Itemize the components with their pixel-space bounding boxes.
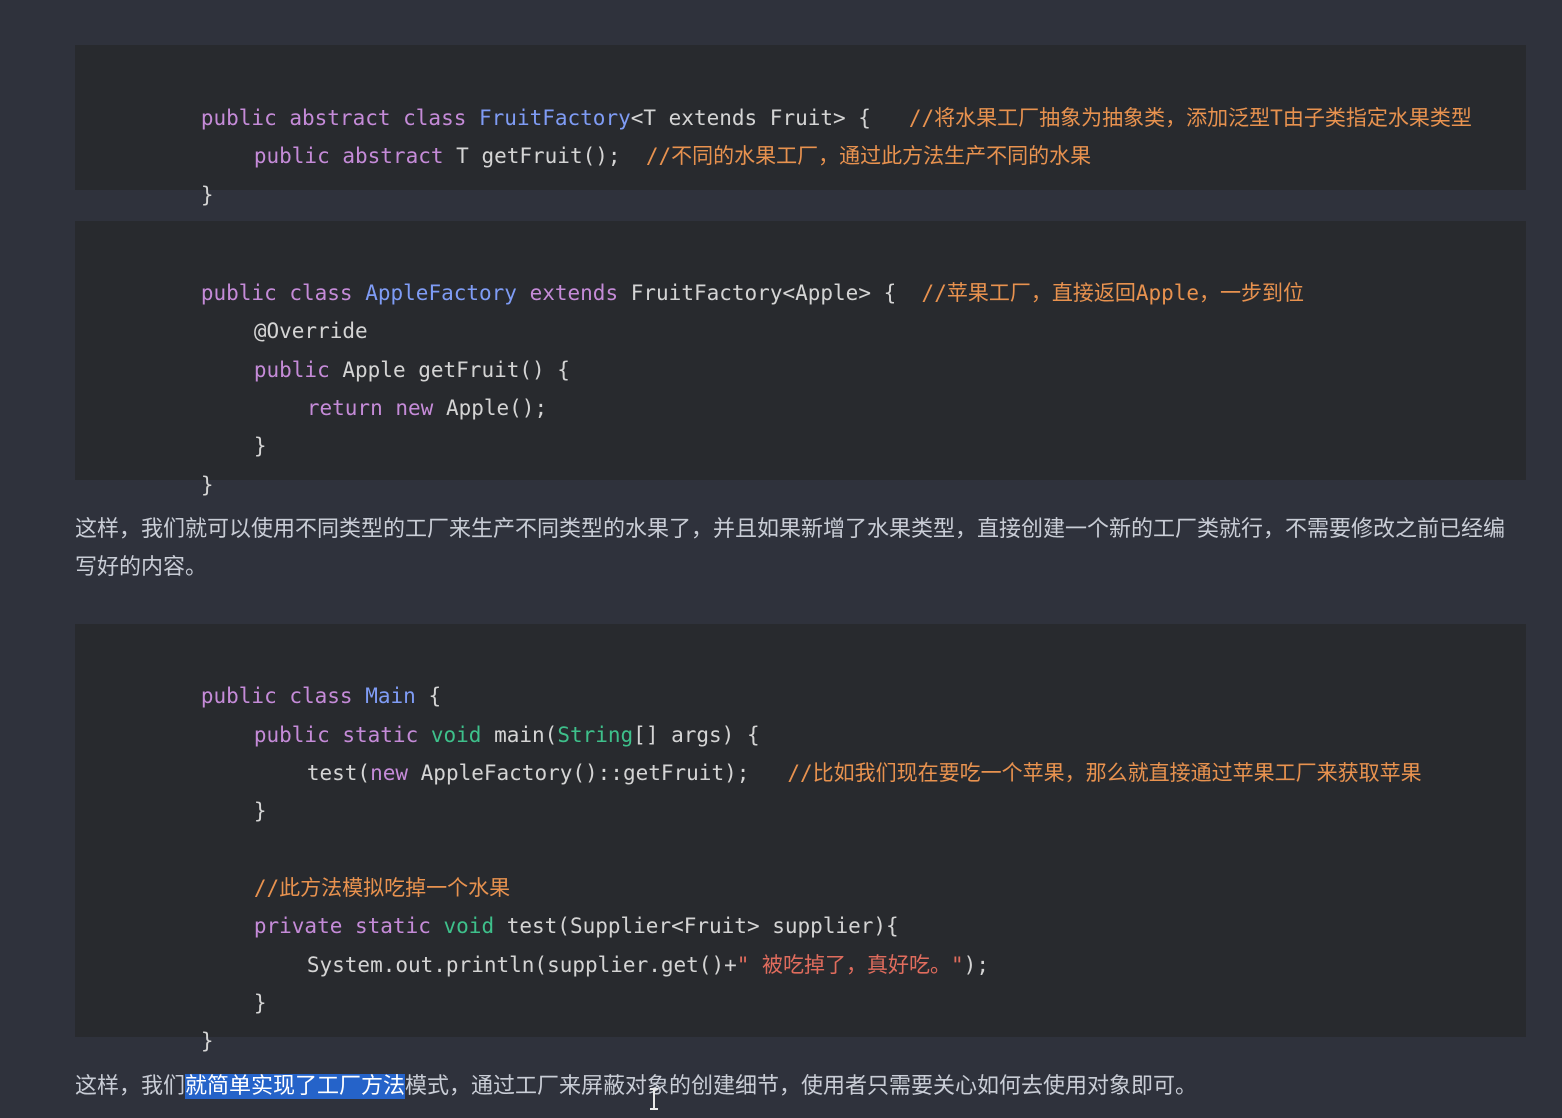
code-line: public abstract T getFruit(); //不同的水果工厂，… — [178, 99, 1091, 168]
summary-text-before: 这样，我们 — [75, 1074, 186, 1099]
code-text: FruitFactory<Apple> { — [630, 281, 922, 305]
code-line: return new Apple(); — [231, 351, 547, 420]
code-block-main: public class Main { public static void m… — [75, 624, 1526, 1053]
selected-text[interactable]: 就简单实现了工厂方法 — [185, 1074, 406, 1099]
code-text: } — [200, 473, 214, 497]
code-line: public Apple getFruit() { — [178, 313, 570, 382]
paragraph-summary[interactable]: 这样，我们就简单实现了工厂方法模式，通过工厂来屏蔽对象的创建细节，使用者只需要关… — [75, 1068, 1515, 1106]
code-keyword: new — [370, 761, 409, 785]
code-string: " 被吃掉了，真好吃。" — [736, 953, 964, 977]
code-line: public class Main { — [125, 639, 441, 708]
code-text: System.out.println(supplier.get()+ — [306, 953, 737, 977]
code-line: } — [178, 946, 267, 1015]
code-line: public class AppleFactory extends FruitF… — [125, 236, 1304, 305]
code-class-name: AppleFactory — [365, 281, 517, 305]
code-line: System.out.println(supplier.get()+" 被吃掉了… — [231, 908, 989, 977]
code-block-fruit-factory: public abstract class FruitFactory<T ext… — [75, 45, 1526, 207]
code-line: public abstract class FruitFactory<T ext… — [125, 61, 1472, 130]
code-comment: //不同的水果工厂，通过此方法生产不同的水果 — [645, 144, 1092, 168]
code-line: } — [178, 389, 267, 458]
text-cursor-icon — [650, 1088, 658, 1110]
code-block-apple-factory: public class AppleFactory extends FruitF… — [75, 221, 1526, 497]
summary-text-after: 模式，通过工厂来屏蔽对象的创建细节，使用者只需要关心如何去使用对象即可。 — [405, 1074, 1198, 1099]
code-text: test( — [306, 761, 371, 785]
paragraph-explanation: 这样，我们就可以使用不同类型的工厂来生产不同类型的水果了，并且如果新增了水果类型… — [75, 517, 1506, 580]
code-text: T getFruit(); — [456, 144, 646, 168]
code-line: //此方法模拟吃掉一个水果 — [178, 831, 510, 900]
code-line: test(new AppleFactory()::getFruit); //比如… — [231, 716, 1422, 785]
code-text: } — [200, 1029, 214, 1053]
code-keyword: extends — [516, 281, 631, 305]
code-text: AppleFactory()::getFruit); — [408, 761, 788, 785]
code-line: public static void main(String[] args) { — [178, 678, 760, 747]
code-text: } — [253, 434, 267, 458]
code-text: } — [253, 991, 267, 1015]
code-text: } — [200, 183, 214, 207]
code-text: Apple(); — [445, 396, 548, 420]
code-keyword: public abstract — [253, 144, 457, 168]
code-text: } — [253, 799, 267, 823]
document-page: public abstract class FruitFactory<T ext… — [0, 0, 1562, 1118]
code-line: } — [125, 984, 214, 1053]
code-line: private static void test(Supplier<Fruit>… — [178, 869, 899, 938]
code-line: } — [125, 138, 214, 207]
code-comment: //比如我们现在要吃一个苹果，那么就直接通过苹果工厂来获取苹果 — [787, 761, 1422, 785]
code-text: ); — [963, 953, 989, 977]
code-comment: //苹果工厂，直接返回Apple，一步到位 — [921, 281, 1305, 305]
code-keyword: return new — [306, 396, 446, 420]
code-line: } — [178, 754, 267, 823]
code-line: } — [125, 428, 214, 497]
code-line: @Override — [178, 274, 368, 343]
